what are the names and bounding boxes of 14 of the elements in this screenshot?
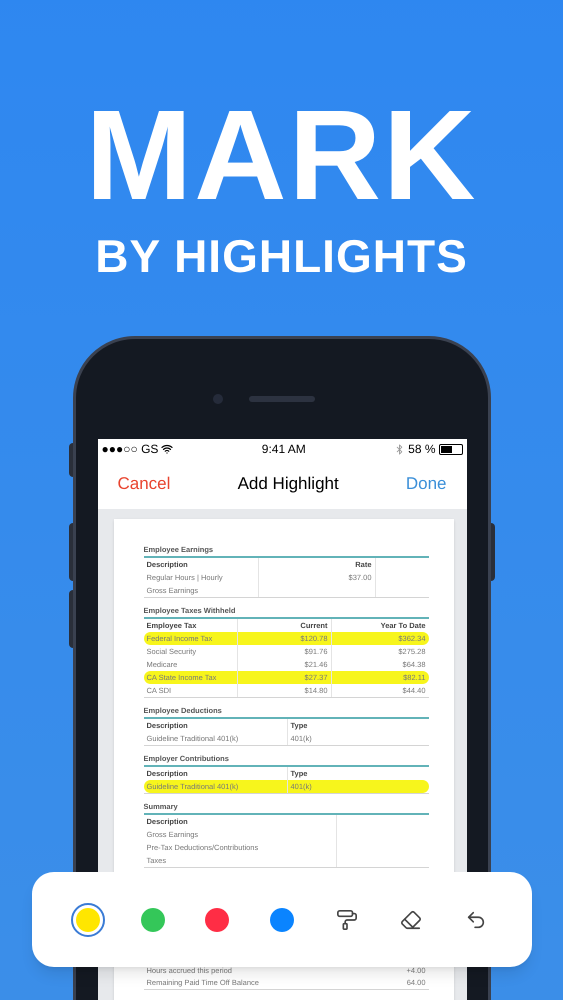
screen-title: Add Highlight xyxy=(238,473,339,496)
battery-percent: 58 % xyxy=(408,441,436,458)
subheadline: BY HIGHLIGHTS xyxy=(95,229,468,284)
earpiece xyxy=(249,396,315,402)
battery-icon xyxy=(438,444,462,454)
wifi-icon xyxy=(161,443,174,455)
headline: MARK xyxy=(86,86,478,226)
cancel-button[interactable]: Cancel xyxy=(118,471,170,497)
color-swatch[interactable] xyxy=(71,902,105,936)
time: 9:41 AM xyxy=(262,441,306,458)
camera xyxy=(213,394,223,404)
carrier: ●●●○○ GS xyxy=(102,441,158,458)
bluetooth-icon xyxy=(394,444,406,454)
done-button[interactable]: Done xyxy=(406,471,446,497)
